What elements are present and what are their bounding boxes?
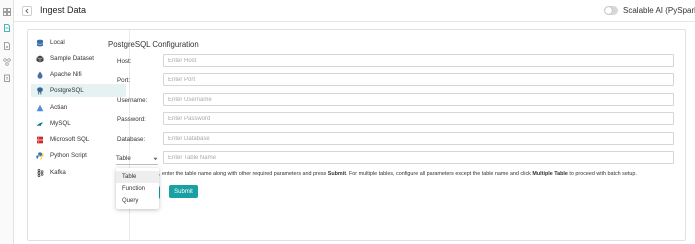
kafka-icon [36,168,44,177]
chevron-left-icon [25,8,29,14]
server-icon [36,136,44,144]
config-heading: PostgreSQL Configuration [108,40,199,49]
username-input[interactable] [163,93,674,106]
host-input[interactable] [163,54,674,67]
port-label: Port: [117,77,131,84]
sidebar-item-label: Kafka [50,169,66,176]
toggle-knob [605,7,612,14]
password-input[interactable] [163,112,674,125]
sidebar-item-sample-dataset[interactable]: Sample Dataset [31,52,126,65]
table-name-input[interactable] [163,151,674,164]
sidebar-item-microsoft-sql[interactable]: Microsoft SQL [31,133,126,146]
app-rail [0,0,14,244]
help-part-1: , enter the table name along with other … [159,171,328,177]
sidebar-item-kafka[interactable]: Kafka [31,166,126,179]
dropdown-option-query[interactable]: Query [116,195,159,207]
database-label: Database: [117,136,146,143]
toggle-label: Scalable AI (PySpark) [623,6,695,15]
sidebar-item-apache-nifi[interactable]: Apache Nifi [31,68,126,81]
help-text: , enter the table name along with other … [159,171,637,177]
help-bold-submit: Submit [327,171,346,177]
username-label: Username: [117,97,148,104]
sidebar-item-postgresql[interactable]: PostgreSQL [31,84,126,97]
type-dropdown-menu: Table Function Query [116,168,159,209]
port-input[interactable] [163,73,674,86]
grid-icon[interactable] [3,8,11,16]
python-icon [36,151,44,160]
select-underline [116,164,158,165]
ingest-card: Local Sample Dataset Apache Nifi Postgre… [27,29,686,241]
sidebar-item-label: PostgreSQL [50,87,84,94]
help-bold-multiple-table: Multiple Table [532,171,568,177]
top-bar: Ingest Data Scalable AI (PySpark) [14,0,695,22]
sidebar-item-label: Python Script [50,152,87,159]
help-part-2: . For multiple tables, configure all par… [346,171,533,177]
sidebar-item-label: MySQL [50,120,71,127]
caret-down-icon [153,157,158,160]
clipboard-icon[interactable] [3,74,11,82]
drop-icon [36,71,44,79]
cluster-icon[interactable] [3,58,11,66]
password-label: Password: [117,116,146,123]
triangle-icon [36,104,44,112]
sidebar-item-label: Local [50,39,65,46]
database-icon [36,39,44,47]
help-part-3: to proceed with batch setup. [567,171,637,177]
scalable-ai-toggle[interactable] [604,6,618,15]
sidebar-item-label: Microsoft SQL [50,136,90,143]
host-label: Host: [117,58,132,65]
sidebar-item-python-script[interactable]: Python Script [31,149,126,162]
dolphin-icon [36,120,44,128]
submit-button[interactable]: Submit [169,185,198,198]
sidebar-item-label: Apache Nifi [50,71,82,78]
sidebar-item-mysql[interactable]: MySQL [31,117,126,130]
sidebar-item-label: Actian [50,104,68,111]
sidebar-item-label: Sample Dataset [50,55,95,62]
dropdown-option-function[interactable]: Function [116,183,159,195]
page-title: Ingest Data [40,5,87,15]
database-input[interactable] [163,132,674,145]
dropdown-option-table[interactable]: Table [116,171,159,183]
document-icon[interactable] [3,24,11,32]
file-add-icon[interactable] [3,42,11,50]
elephant-icon [36,86,44,95]
sidebar-item-actian[interactable]: Actian [31,101,126,114]
type-select-value: Table [116,155,131,162]
box-icon [36,55,44,63]
back-button[interactable] [22,6,32,16]
